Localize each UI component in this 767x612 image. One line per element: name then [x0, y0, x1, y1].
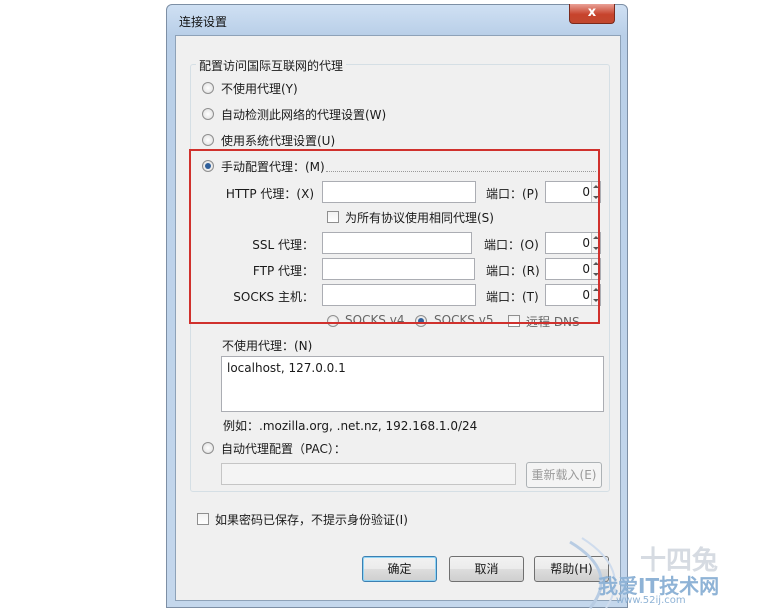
watermark-text-3: www.52ij.com: [616, 595, 686, 606]
system-proxy-label[interactable]: 使用系统代理设置(U): [221, 132, 335, 149]
auto-detect-label[interactable]: 自动检测此网络的代理设置(W): [221, 106, 386, 123]
radio-system-proxy[interactable]: [202, 134, 214, 146]
group-label: 配置访问国际互联网的代理: [196, 57, 347, 74]
ok-button[interactable]: 确定: [362, 556, 437, 582]
no-auth-prompt-label[interactable]: 如果密码已保存，不提示身份验证(I): [215, 511, 408, 528]
no-proxy-label[interactable]: 不使用代理(Y): [221, 80, 298, 97]
no-proxy-for-label: 不使用代理：(N): [222, 339, 313, 353]
no-proxy-example: 例如：.mozilla.org, .net.nz, 192.168.1.0/24: [223, 419, 478, 433]
reload-button[interactable]: 重新载入(E): [526, 462, 602, 488]
manual-proxy-highlight: [189, 149, 600, 324]
window-title: 连接设置: [179, 15, 228, 29]
radio-no-proxy[interactable]: [202, 82, 214, 94]
pac-url-input[interactable]: [221, 463, 516, 485]
no-proxy-textarea[interactable]: localhost, 127.0.0.1: [221, 356, 604, 412]
radio-auto-detect[interactable]: [202, 108, 214, 120]
cancel-button[interactable]: 取消: [449, 556, 524, 582]
no-auth-prompt-checkbox[interactable]: [197, 513, 209, 525]
radio-pac[interactable]: [202, 442, 214, 454]
close-button[interactable]: x: [569, 4, 615, 24]
pac-label[interactable]: 自动代理配置（PAC）：: [221, 440, 346, 457]
title-bar[interactable]: 连接设置 x: [167, 4, 627, 35]
no-proxy-value: localhost, 127.0.0.1: [227, 361, 346, 375]
